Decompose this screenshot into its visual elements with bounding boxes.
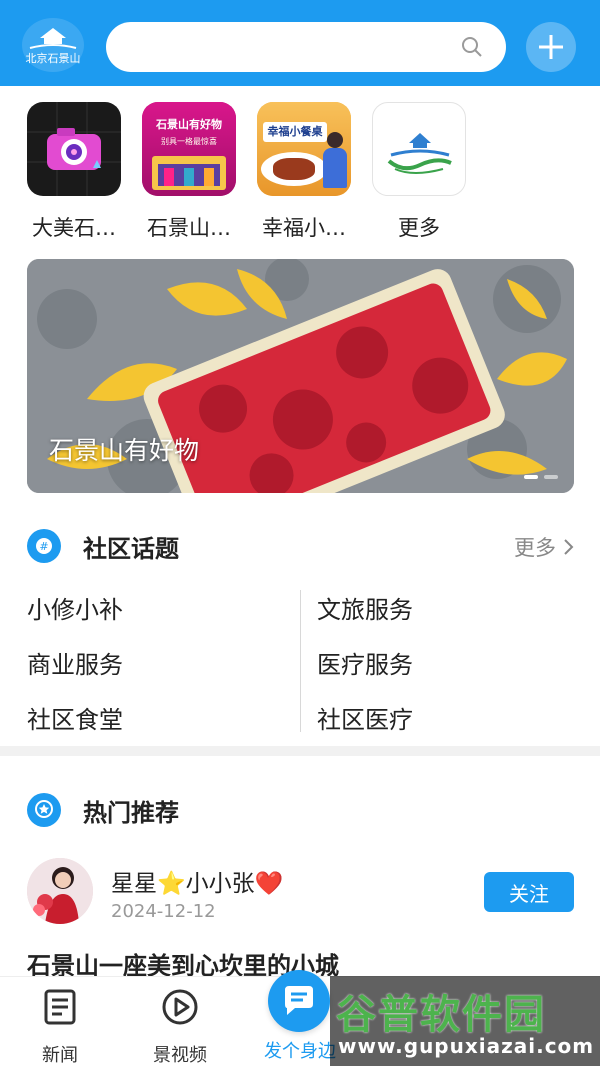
logo-emblem-icon: 北京石景山 [26, 28, 81, 65]
section-separator [0, 746, 600, 756]
more-label: 更多 [514, 536, 556, 560]
watermark-url: www.gupuxiazai.com [338, 1034, 595, 1058]
tab-video[interactable]: 景视频 [120, 977, 240, 1066]
tab-news[interactable]: 新闻 [0, 977, 120, 1066]
post-date: 2024-12-12 [111, 901, 216, 922]
watermark-title: 谷普软件园 [336, 992, 546, 1038]
topic-item[interactable]: 商业服务 [27, 645, 123, 680]
banner-pager [524, 475, 558, 479]
hashtag-icon: # [27, 529, 61, 563]
search-input[interactable] [106, 22, 506, 72]
app-shortcuts: 大美石… 石景山有好物 别具一格最惊喜 石景山… 幸福小餐桌 幸福小… 更多 [0, 100, 600, 250]
more-link[interactable]: 更多 [514, 532, 574, 562]
tab-label: 景视频 [153, 1045, 207, 1066]
search-icon[interactable] [460, 35, 484, 59]
post-compose-button[interactable] [268, 970, 330, 1032]
topic-grid: 小修小补 文旅服务 商业服务 医疗服务 社区食堂 社区医疗 [27, 578, 574, 738]
hot-section-header: 热门推荐 [27, 790, 574, 830]
section-title: 社区话题 [83, 534, 179, 563]
topic-item[interactable]: 社区医疗 [317, 700, 413, 735]
section-title: 热门推荐 [83, 798, 179, 827]
badge-icon [27, 793, 61, 827]
chevron-right-icon [564, 539, 574, 555]
app-label: 更多 [398, 216, 440, 240]
shop-icon-title: 石景山有好物 [156, 118, 222, 131]
community-section-header: # 社区话题 更多 [27, 526, 574, 566]
app-logo[interactable]: 北京石景山 [22, 18, 84, 72]
author-name[interactable]: 星星⭐小小张❤️ [111, 864, 283, 898]
logo-text: 北京石景山 [26, 51, 81, 65]
pager-dot [544, 475, 558, 479]
pager-dot [524, 475, 538, 479]
app-label: 石景山… [147, 216, 231, 240]
topic-item[interactable]: 社区食堂 [27, 700, 123, 735]
column-divider [300, 590, 301, 732]
chat-bubble-icon [285, 986, 313, 1015]
svg-text:#: # [39, 540, 48, 553]
app-shortcut-damei[interactable]: 大美石… [24, 100, 124, 242]
camera-icon [27, 102, 121, 196]
tab-label: 新闻 [42, 1045, 78, 1066]
topic-item[interactable]: 小修小补 [27, 590, 123, 625]
app-shortcut-shijingshan[interactable]: 石景山有好物 别具一格最惊喜 石景山… [139, 100, 239, 242]
app-label: 幸福小… [262, 216, 346, 240]
app-shortcut-xingfu[interactable]: 幸福小餐桌 幸福小… [254, 100, 354, 242]
site-watermark: 谷普软件园 www.gupuxiazai.com [330, 976, 600, 1066]
food-icon: 幸福小餐桌 [257, 102, 351, 196]
shop-icon-subtitle: 别具一格最惊喜 [161, 137, 217, 146]
topic-item[interactable]: 文旅服务 [317, 590, 413, 625]
banner-caption: 石景山有好物 [49, 436, 200, 465]
plus-icon [539, 35, 563, 59]
app-shortcut-more[interactable]: 更多 [369, 100, 469, 242]
play-icon [162, 989, 198, 1025]
more-apps-icon [372, 102, 466, 196]
avatar[interactable] [27, 858, 93, 924]
follow-button[interactable]: 关注 [484, 872, 574, 912]
topic-item[interactable]: 医疗服务 [317, 645, 413, 680]
news-icon [44, 989, 76, 1025]
promo-banner[interactable]: 石景山有好物 [27, 259, 574, 493]
add-button[interactable] [526, 22, 576, 72]
top-header: 北京石景山 [0, 0, 600, 86]
food-icon-title: 幸福小餐桌 [263, 122, 327, 142]
shop-icon: 石景山有好物 别具一格最惊喜 [142, 102, 236, 196]
app-label: 大美石… [32, 216, 116, 240]
post-header: 星星⭐小小张❤️ 2024-12-12 关注 [27, 858, 574, 928]
